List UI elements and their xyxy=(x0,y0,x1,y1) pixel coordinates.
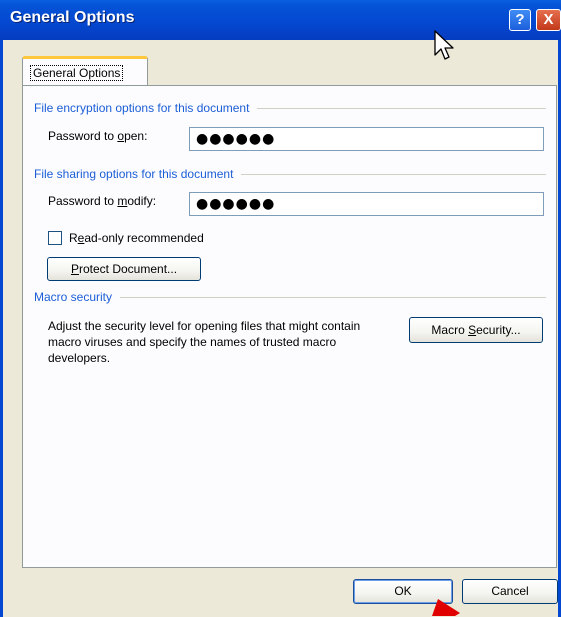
macro-heading-text: Macro security xyxy=(34,290,113,304)
read-only-checkbox[interactable] xyxy=(48,231,62,245)
mouse-pointer-icon xyxy=(434,30,454,60)
macro-description: Adjust the security level for opening fi… xyxy=(48,319,361,365)
encryption-group-heading: File encryption options for this documen… xyxy=(34,101,546,115)
title-bar[interactable]: General Options ? X xyxy=(0,0,561,40)
protect-document-button[interactable]: Protect Document... xyxy=(47,257,201,281)
password-to-open-label: Password to open: xyxy=(48,129,148,143)
tab-general-options[interactable]: General Options xyxy=(22,56,148,86)
password-to-modify-field[interactable]: ●●●●●● xyxy=(189,192,544,216)
password-to-open-field[interactable]: ●●●●●● xyxy=(189,127,544,151)
password-to-modify-label: Password to modify: xyxy=(48,194,157,208)
general-options-dialog: General Options ? X General Options File… xyxy=(0,0,561,617)
group-divider xyxy=(241,173,546,175)
close-button[interactable]: X xyxy=(536,9,561,31)
red-arrow-icon xyxy=(432,599,460,616)
tab-label: General Options xyxy=(30,65,124,81)
group-divider xyxy=(257,107,546,109)
sharing-group-heading: File sharing options for this document xyxy=(34,167,546,181)
help-button[interactable]: ? xyxy=(509,9,531,31)
window-title: General Options xyxy=(10,9,135,26)
read-only-label[interactable]: Read-only recommended xyxy=(69,231,204,245)
group-divider xyxy=(120,296,546,298)
macro-security-button[interactable]: Macro Security... xyxy=(409,317,543,343)
encryption-heading-text: File encryption options for this documen… xyxy=(34,101,250,115)
sharing-heading-text: File sharing options for this document xyxy=(34,167,234,181)
cancel-button[interactable]: Cancel xyxy=(462,579,558,604)
macro-group-heading: Macro security xyxy=(34,290,546,304)
